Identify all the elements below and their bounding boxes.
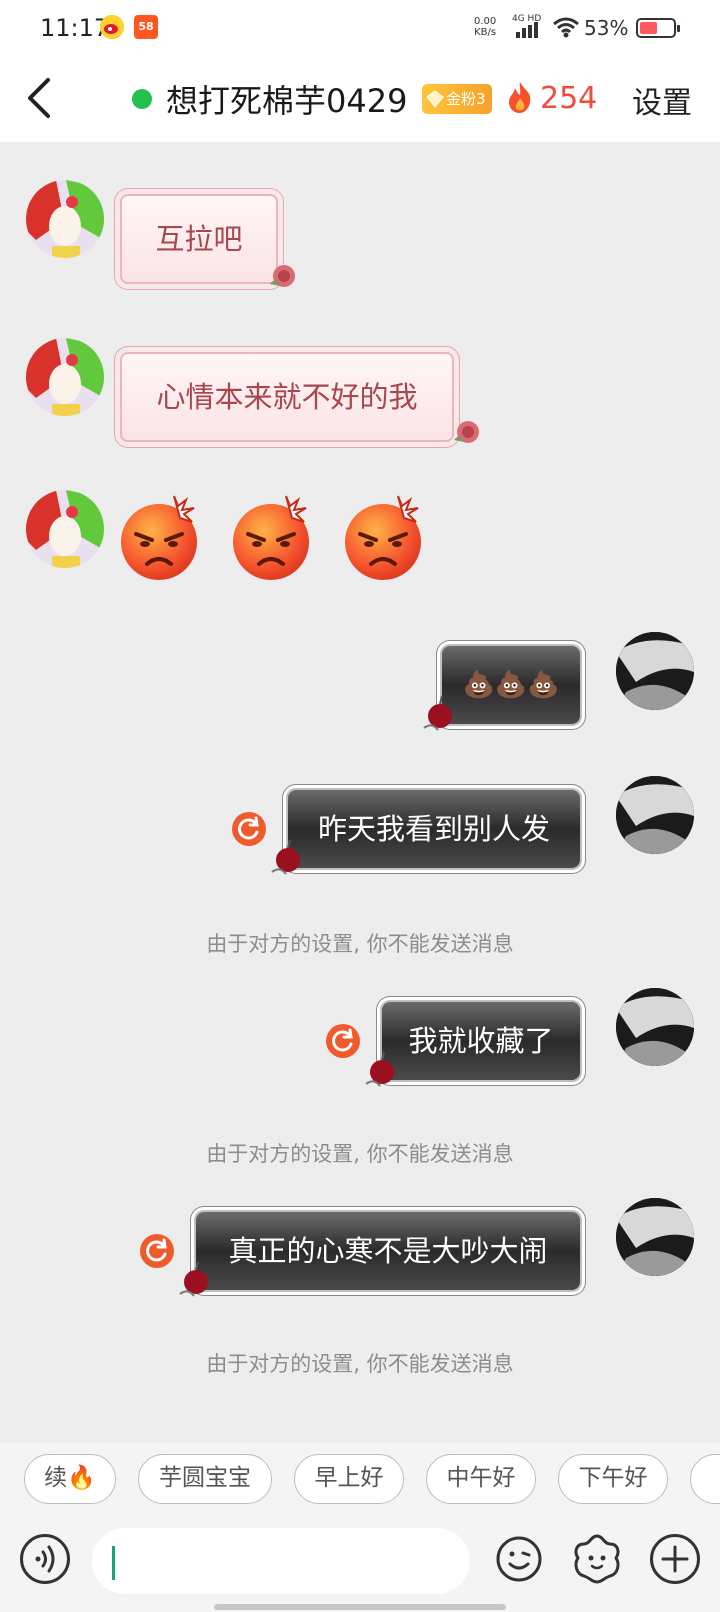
fire-streak-count: 254 [540,81,598,116]
emoji-button[interactable] [494,1534,544,1584]
text-caret [112,1546,115,1580]
retry-send-icon[interactable] [326,1024,360,1058]
sticker-button[interactable] [570,1532,624,1586]
wifi-icon [552,16,580,38]
quick-reply-chip[interactable]: 芋圆宝宝 [138,1454,272,1504]
dark-portrait-avatar-icon [616,988,694,1066]
status-bar: 11:17 58 0.00 KB/s 4G HD 53% [0,0,720,56]
message-text: 真正的心寒不是大吵大闹 [228,1234,548,1268]
contact-avatar[interactable] [26,180,104,258]
angry-face-icon[interactable] [338,492,428,582]
contact-avatar[interactable] [26,490,104,568]
network-speed: 0.00 KB/s [474,16,497,38]
more-options-button[interactable] [650,1534,700,1584]
angry-face-icon[interactable] [114,492,204,582]
quick-reply-chip[interactable]: 续🔥 [24,1454,116,1504]
chevron-left-icon [28,78,50,118]
status-time: 11:17 [40,14,110,42]
rose-decoration-icon [262,254,306,294]
quick-reply-chip-partial[interactable] [690,1454,720,1504]
sticker-icon [574,1534,620,1584]
message-bubble-left[interactable]: 互拉吧 [120,194,278,284]
system-notice: 由于对方的设置, 你不能发送消息 [206,1352,514,1376]
rose-decoration-icon [446,410,490,450]
signal-icon: 4G HD [512,12,546,40]
58-app-icon: 58 [134,15,158,39]
message-text: 昨天我看到别人发 [317,812,550,846]
emoji-icon [496,1536,542,1582]
quick-reply-chip[interactable]: 中午好 [426,1454,536,1504]
apple-decoration-icon [174,1258,220,1302]
battery-fill [640,22,657,34]
dark-portrait-avatar-icon [616,632,694,710]
system-notice: 由于对方的设置, 你不能发送消息 [206,932,514,956]
message-text: 心情本来就不好的我 [156,380,418,414]
back-button[interactable] [22,76,62,120]
chat-title: 想打死棉芋0429 [166,82,408,120]
chat-header: 想打死棉芋0429 金粉3 254 设置 [0,56,720,142]
my-avatar[interactable] [616,776,694,854]
message-bubble-left[interactable]: 心情本来就不好的我 [120,352,454,442]
dark-portrait-avatar-icon [616,776,694,854]
retry-send-icon[interactable] [140,1234,174,1268]
message-input[interactable] [92,1528,470,1594]
message-text: 互拉吧 [155,222,243,256]
settings-button[interactable]: 设置 [632,78,692,122]
contact-avatar[interactable] [26,338,104,416]
my-avatar[interactable] [616,1198,694,1276]
message-text: 我就收藏了 [408,1024,554,1058]
my-avatar[interactable] [616,632,694,710]
anime-avatar-icon [26,338,104,416]
my-avatar[interactable] [616,988,694,1066]
fan-level-badge: 金粉3 [422,84,492,114]
dark-portrait-avatar-icon [616,1198,694,1276]
message-bubble-right[interactable]: 昨天我看到别人发 [288,790,580,868]
anime-avatar-icon [26,490,104,568]
apple-decoration-icon [418,692,464,736]
message-bubble-right[interactable]: 我就收藏了 [382,1002,580,1080]
message-bubble-right[interactable]: 真正的心寒不是大吵大闹 [196,1212,580,1290]
input-bar [0,1518,720,1612]
apple-decoration-icon [266,836,312,880]
angry-face-icon[interactable] [226,492,316,582]
online-status-dot [132,89,152,109]
battery-icon [636,18,680,38]
home-indicator[interactable] [214,1604,506,1610]
weibo-icon [100,15,124,39]
system-notice: 由于对方的设置, 你不能发送消息 [206,1142,514,1166]
quick-reply-bar: 续🔥 芋圆宝宝 早上好 中午好 下午好 [0,1442,720,1518]
voice-input-button[interactable] [20,1534,70,1584]
plus-icon [661,1545,689,1573]
quick-reply-chip[interactable]: 下午好 [558,1454,668,1504]
voice-icon [35,1545,55,1573]
quick-reply-chip[interactable]: 早上好 [294,1454,404,1504]
retry-send-icon[interactable] [232,812,266,846]
anime-avatar-icon [26,180,104,258]
apple-decoration-icon [360,1048,406,1092]
battery-percent: 53% [584,16,629,40]
fire-icon [506,80,534,114]
gem-icon [426,90,444,108]
